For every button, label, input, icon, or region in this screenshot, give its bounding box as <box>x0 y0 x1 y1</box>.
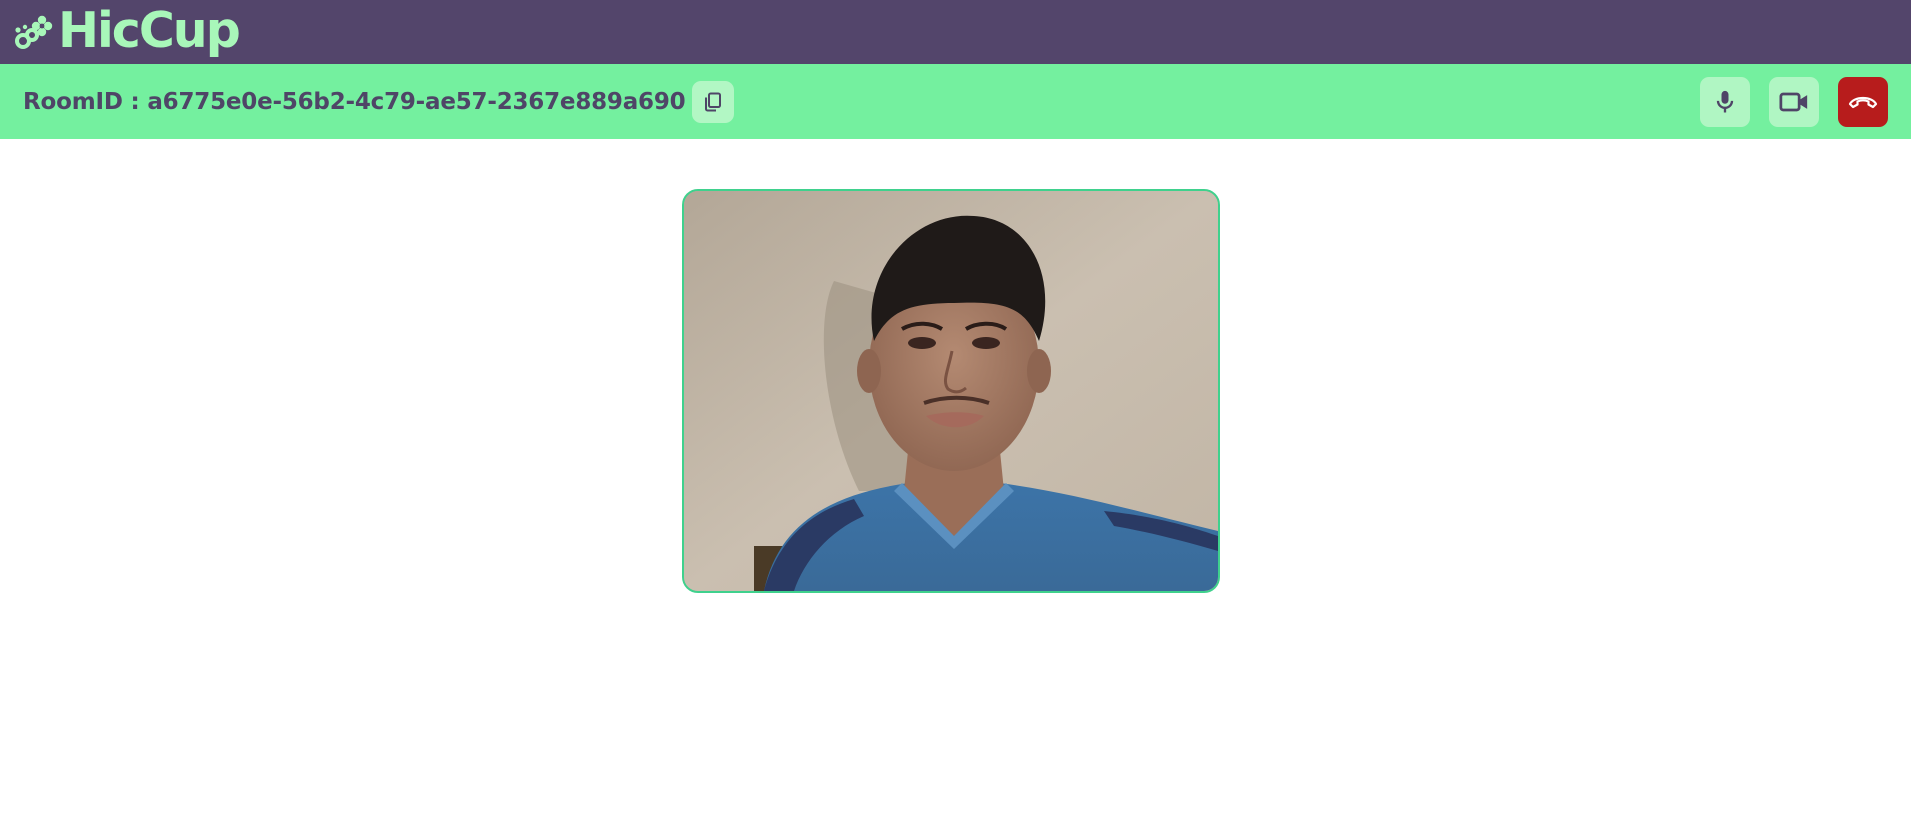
room-id-label: RoomID : a6775e0e-56b2-4c79-ae57-2367e88… <box>23 88 686 115</box>
call-controls <box>1700 77 1888 127</box>
camera-button[interactable] <box>1769 77 1819 127</box>
microphone-icon <box>1716 90 1734 113</box>
top-navbar: HicCup <box>0 0 1911 64</box>
microphone-button[interactable] <box>1700 77 1750 127</box>
video-camera-icon <box>1779 92 1808 112</box>
local-video-feed <box>682 189 1220 593</box>
copy-icon <box>705 92 722 111</box>
logo-text: HicCup <box>58 1 241 59</box>
logo-icon <box>15 15 53 49</box>
phone-hangup-icon <box>1848 96 1878 109</box>
end-call-button[interactable] <box>1838 77 1888 127</box>
video-image <box>684 191 1218 591</box>
app-logo[interactable]: HicCup <box>12 0 241 64</box>
copy-room-id-button[interactable] <box>692 80 735 123</box>
room-bar: RoomID : a6775e0e-56b2-4c79-ae57-2367e88… <box>0 64 1911 139</box>
